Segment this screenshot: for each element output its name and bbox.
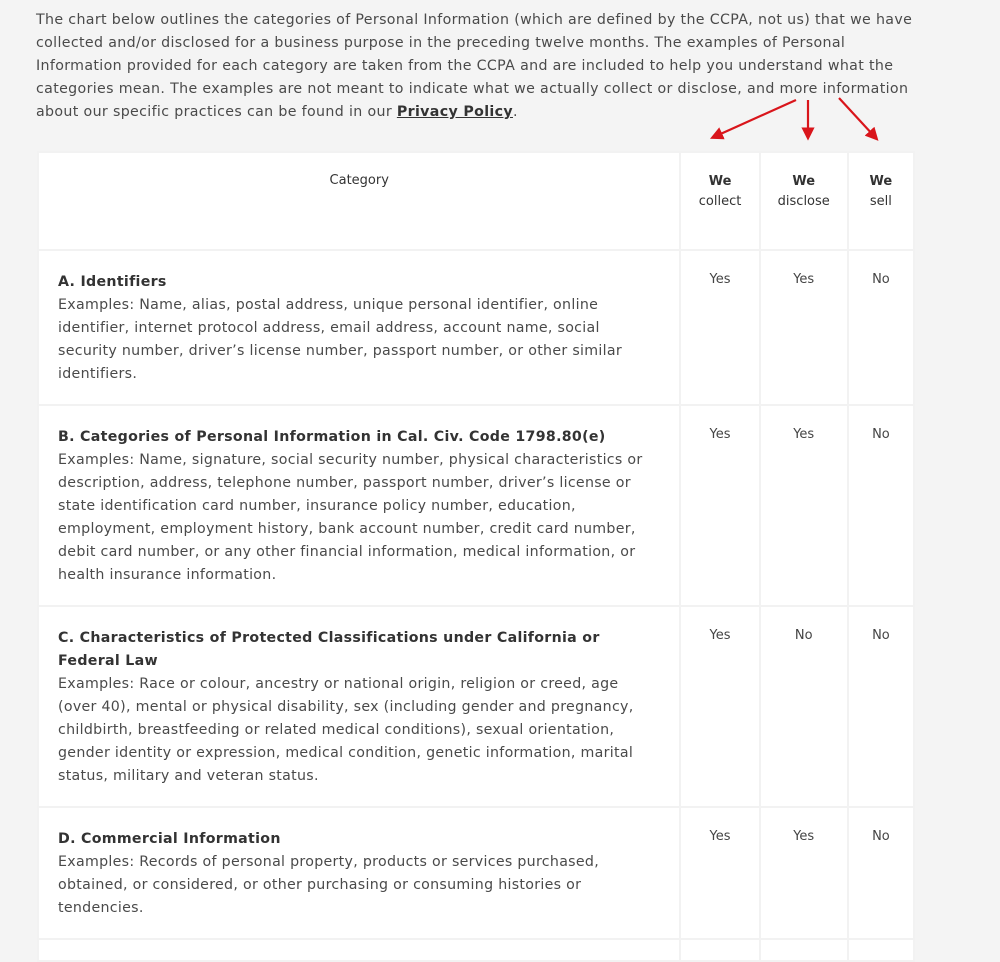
- sell-value: [846, 938, 916, 962]
- table-row: D. Commercial Information Examples: Reco…: [36, 806, 916, 940]
- collect-value: Yes: [679, 404, 761, 607]
- disclose-value: Yes: [758, 249, 849, 406]
- disclose-value: [758, 938, 849, 962]
- header-we-disclose: We disclose: [758, 151, 849, 251]
- table-row: A. Identifiers Examples: Name, alias, po…: [36, 249, 916, 406]
- header-sell-line1: We: [869, 174, 893, 189]
- category-cell: [36, 938, 682, 962]
- category-cell: C. Characteristics of Protected Classifi…: [36, 605, 682, 808]
- category-title: B. Categories of Personal Information in…: [58, 429, 606, 445]
- category-cell: A. Identifiers Examples: Name, alias, po…: [36, 249, 682, 406]
- category-title: C. Characteristics of Protected Classifi…: [58, 630, 600, 669]
- header-disclose-line1: We: [792, 174, 816, 189]
- table-row: B. Categories of Personal Information in…: [36, 404, 916, 607]
- collect-value: Yes: [679, 806, 761, 940]
- disclose-value: No: [758, 605, 849, 808]
- header-collect-line2: collect: [698, 194, 742, 209]
- disclose-value: Yes: [758, 404, 849, 607]
- category-examples: Examples: Records of personal property, …: [58, 854, 600, 916]
- header-we-collect: We collect: [679, 151, 761, 251]
- sell-value: No: [846, 806, 916, 940]
- sell-value: No: [846, 605, 916, 808]
- category-cell: D. Commercial Information Examples: Reco…: [36, 806, 682, 940]
- table-row: C. Characteristics of Protected Classifi…: [36, 605, 916, 808]
- header-disclose-line2: disclose: [777, 194, 830, 209]
- header-category: Category: [36, 151, 682, 251]
- collect-value: Yes: [679, 249, 761, 406]
- collect-value: [679, 938, 761, 962]
- category-examples: Examples: Name, signature, social securi…: [58, 452, 643, 583]
- category-examples: Examples: Name, alias, postal address, u…: [58, 297, 622, 382]
- header-we-sell: We sell: [846, 151, 916, 251]
- table-row-partial: [36, 938, 916, 962]
- intro-end: .: [512, 104, 518, 120]
- category-cell: B. Categories of Personal Information in…: [36, 404, 682, 607]
- category-title: D. Commercial Information: [58, 831, 281, 847]
- disclose-value: Yes: [758, 806, 849, 940]
- category-examples: Examples: Race or colour, ancestry or na…: [58, 676, 634, 784]
- sell-value: No: [846, 249, 916, 406]
- header-sell-line2: sell: [869, 194, 892, 209]
- collect-value: Yes: [679, 605, 761, 808]
- intro-paragraph: The chart below outlines the categories …: [36, 9, 916, 124]
- category-title: A. Identifiers: [58, 274, 167, 290]
- header-collect-line1: We: [708, 174, 732, 189]
- table-header-row: Category We collect We disclose We sell: [36, 151, 916, 251]
- privacy-policy-link[interactable]: Privacy Policy: [397, 104, 513, 120]
- sell-value: No: [846, 404, 916, 607]
- ccpa-categories-table: Category We collect We disclose We sell …: [36, 151, 916, 962]
